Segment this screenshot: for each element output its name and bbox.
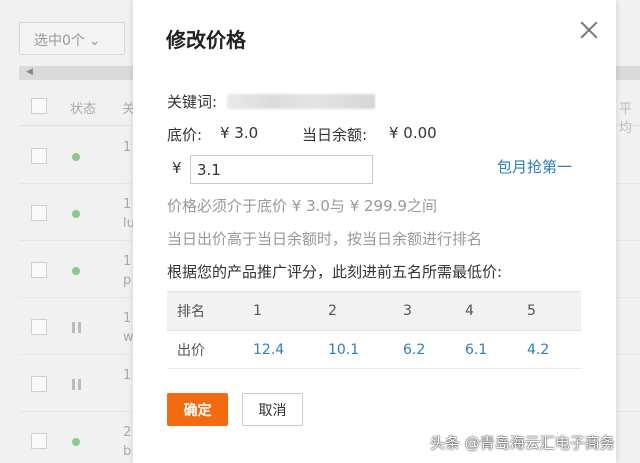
- batch-select-label: 选中0个: [34, 33, 85, 49]
- daily-balance-label: 当日余额:: [302, 126, 368, 144]
- row-right-cell: [615, 356, 640, 412]
- price-cell[interactable]: 6.2: [393, 330, 455, 369]
- row-right-cell: [615, 128, 640, 184]
- table-row[interactable]: 1 w: [19, 299, 134, 355]
- daily-balance-value: ¥ 0.00: [389, 124, 437, 142]
- row-checkbox[interactable]: [31, 319, 47, 335]
- status-active-icon: [72, 267, 80, 275]
- rank-cell: 5: [517, 291, 581, 331]
- status-paused-icon: [72, 379, 81, 390]
- horizontal-scrollbar-end[interactable]: [612, 66, 640, 80]
- price-header-cell: 出价: [167, 330, 243, 369]
- row-right-cell: [615, 242, 640, 298]
- row-right-cell: [615, 299, 640, 355]
- price-input[interactable]: [190, 155, 373, 184]
- keyword-label: 关键词:: [167, 93, 218, 111]
- row-checkbox[interactable]: [31, 433, 47, 449]
- watermark: 头条 @青岛海云汇电子商务: [430, 434, 615, 452]
- price-cell[interactable]: 6.1: [455, 330, 517, 369]
- table-row[interactable]: 2 b: [19, 413, 134, 463]
- row-checkbox[interactable]: [31, 262, 47, 278]
- select-all-checkbox[interactable]: [31, 98, 47, 114]
- table-row[interactable]: 1 lu: [19, 185, 135, 241]
- rank-price-table: 排名 1 2 3 4 5 出价 12.4 10.1 6.2 6.1 4.2: [167, 291, 581, 369]
- price-cell[interactable]: 12.4: [243, 330, 318, 369]
- row-right-cell: [615, 185, 640, 241]
- modal-title: 修改价格: [166, 28, 246, 52]
- status-active-icon: [72, 438, 80, 446]
- balance-hint: 当日出价高于当日余额时，按当日余额进行排名: [167, 230, 483, 248]
- close-icon[interactable]: [579, 20, 599, 40]
- rank-cell: 2: [318, 291, 393, 331]
- row-checkbox[interactable]: [31, 205, 47, 221]
- batch-select-dropdown[interactable]: 选中0个 ⌄: [19, 22, 125, 55]
- row-checkbox[interactable]: [31, 376, 47, 392]
- arrow-left-icon[interactable]: ◀: [26, 67, 33, 77]
- table-row[interactable]: 1 p: [19, 242, 134, 298]
- confirm-button[interactable]: 确定: [167, 393, 228, 426]
- status-paused-icon: [72, 322, 81, 333]
- currency-symbol: ¥: [172, 159, 182, 177]
- status-active-icon: [72, 210, 80, 218]
- base-price-label: 底价:: [167, 126, 203, 144]
- edit-price-modal: 修改价格 关键词: 底价: ¥ 3.0 当日余额: ¥ 0.00 ¥ 包月抢第一…: [133, 0, 616, 463]
- monthly-top-link[interactable]: 包月抢第一: [497, 156, 572, 177]
- rank-cell: 4: [455, 291, 517, 331]
- table-row[interactable]: 1: [19, 128, 134, 184]
- row-right-cell: [615, 413, 640, 463]
- table-row[interactable]: 1: [19, 356, 134, 412]
- rank-cell: 1: [243, 291, 318, 331]
- status-active-icon: [72, 153, 80, 161]
- horizontal-scrollbar[interactable]: [19, 66, 144, 80]
- price-cell[interactable]: 4.2: [517, 330, 581, 369]
- price-range-hint: 价格必须介于底价 ¥ 3.0与 ¥ 299.9之间: [167, 197, 437, 215]
- chevron-down-icon: ⌄: [88, 33, 101, 49]
- row-checkbox[interactable]: [31, 148, 47, 164]
- rank-intro: 根据您的产品推广评分，此刻进前五名所需最低价:: [167, 263, 503, 281]
- rank-header-row: 排名 1 2 3 4 5: [167, 291, 581, 331]
- base-price-value: ¥ 3.0: [220, 124, 259, 142]
- price-row: 出价 12.4 10.1 6.2 6.1 4.2: [167, 330, 581, 369]
- price-cell[interactable]: 10.1: [318, 330, 393, 369]
- column-header-status: 状态: [70, 102, 97, 117]
- rank-header-cell: 排名: [167, 291, 243, 331]
- cancel-button[interactable]: 取消: [242, 393, 303, 426]
- rank-cell: 3: [393, 291, 455, 331]
- keyword-value-redacted: [227, 94, 375, 109]
